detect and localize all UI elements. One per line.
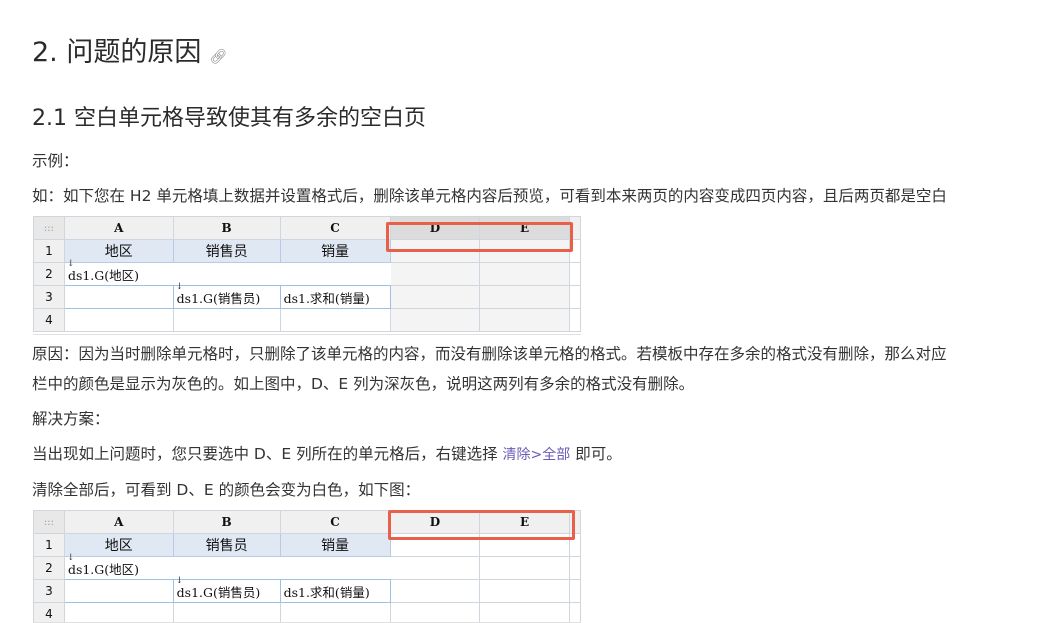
subsection-heading: 2.1 空白单元格导致使其有多余的空白页 bbox=[32, 100, 426, 132]
intro-paragraph: 如：如下您在 H2 单元格填上数据并设置格式后，删除该单元格内容后预览，可看到本… bbox=[32, 182, 947, 210]
cell-c4[interactable] bbox=[280, 603, 390, 623]
expand-down-icon: ↓ bbox=[67, 553, 75, 563]
col-header-b[interactable]: B bbox=[173, 511, 280, 534]
cell-b3-text: ds1.G(销售员) bbox=[177, 291, 261, 306]
row-header-4[interactable]: 4 bbox=[34, 309, 65, 332]
cell-b3[interactable]: ↓ds1.G(销售员) bbox=[173, 580, 280, 603]
cell-d2[interactable] bbox=[390, 557, 480, 580]
cell-a2-text: ds1.G(地区) bbox=[68, 562, 139, 577]
solution-paragraph: 当出现如上问题时，您只要选中 D、E 列所在的单元格后，右键选择 清除>全部 即… bbox=[32, 440, 622, 469]
row-header-3[interactable]: 3 bbox=[34, 580, 65, 603]
expand-down-icon: ↓ bbox=[176, 282, 184, 292]
link-icon[interactable]: 🔗︎ bbox=[209, 49, 227, 65]
clear-all-link[interactable]: 清除>全部 bbox=[503, 447, 571, 463]
cell-e2[interactable] bbox=[480, 557, 570, 580]
cell-d3[interactable] bbox=[390, 580, 480, 603]
cell-d4[interactable] bbox=[390, 603, 480, 623]
cell-c3[interactable]: ds1.求和(销量) bbox=[280, 580, 390, 603]
cell-a4[interactable] bbox=[64, 309, 173, 332]
cell-f3[interactable] bbox=[569, 580, 580, 603]
cell-a1[interactable]: 地区 bbox=[64, 534, 173, 557]
cell-e4[interactable] bbox=[480, 309, 570, 332]
highlight-box-de bbox=[388, 510, 575, 540]
cause-paragraph-line2: 栏中的颜色是显示为灰色的。如上图中，D、E 列为深灰色，说明这两列有多余的格式没… bbox=[32, 370, 694, 398]
sheet-corner[interactable]: ::: bbox=[34, 217, 65, 240]
cell-c1[interactable]: 销量 bbox=[280, 240, 390, 263]
cell-e4[interactable] bbox=[480, 603, 570, 623]
cell-f3[interactable] bbox=[569, 286, 580, 309]
row-header-2[interactable]: 2 bbox=[34, 557, 65, 580]
cell-a2[interactable]: ↓ds1.G(地区) bbox=[64, 263, 390, 286]
cell-b3-text: ds1.G(销售员) bbox=[177, 585, 261, 600]
section-heading: 2. 问题的原因 🔗︎ bbox=[32, 30, 227, 69]
col-header-a[interactable]: A bbox=[64, 217, 173, 240]
highlight-box-de bbox=[386, 222, 573, 252]
after-clear-paragraph: 清除全部后，可看到 D、E 的颜色会变为白色，如下图： bbox=[32, 476, 420, 504]
sheet-corner[interactable]: ::: bbox=[34, 511, 65, 534]
col-header-c[interactable]: C bbox=[280, 217, 390, 240]
row-header-3[interactable]: 3 bbox=[34, 286, 65, 309]
cell-d4[interactable] bbox=[390, 309, 480, 332]
cell-b1[interactable]: 销售员 bbox=[173, 240, 280, 263]
cell-a2-text: ds1.G(地区) bbox=[68, 268, 139, 283]
cell-a4[interactable] bbox=[64, 603, 173, 623]
cell-b1[interactable]: 销售员 bbox=[173, 534, 280, 557]
cell-d2[interactable] bbox=[390, 263, 480, 286]
cell-b4[interactable] bbox=[173, 603, 280, 623]
cell-b4[interactable] bbox=[173, 309, 280, 332]
row-header-1[interactable]: 1 bbox=[34, 240, 65, 263]
expand-down-icon: ↓ bbox=[67, 259, 75, 269]
solution-text: 当出现如上问题时，您只要选中 D、E 列所在的单元格后，右键选择 bbox=[32, 445, 498, 463]
cell-e3[interactable] bbox=[480, 580, 570, 603]
cell-a3[interactable] bbox=[64, 580, 173, 603]
cell-c4[interactable] bbox=[280, 309, 390, 332]
section-title: 2. 问题的原因 bbox=[32, 37, 201, 68]
expand-down-icon: ↓ bbox=[176, 576, 184, 586]
cell-f4[interactable] bbox=[569, 309, 580, 332]
row-header-2[interactable]: 2 bbox=[34, 263, 65, 286]
cell-a3[interactable] bbox=[64, 286, 173, 309]
cell-a1[interactable]: 地区 bbox=[64, 240, 173, 263]
row-header-1[interactable]: 1 bbox=[34, 534, 65, 557]
col-header-c[interactable]: C bbox=[280, 511, 390, 534]
cell-f2[interactable] bbox=[569, 263, 580, 286]
cell-e2[interactable] bbox=[480, 263, 570, 286]
cell-c3[interactable]: ds1.求和(销量) bbox=[280, 286, 390, 309]
cell-f4[interactable] bbox=[569, 603, 580, 623]
cause-paragraph-line1: 原因：因为当时删除单元格时，只删除了该单元格的内容，而没有删除该单元格的格式。若… bbox=[32, 340, 947, 368]
cell-c1[interactable]: 销量 bbox=[280, 534, 390, 557]
cell-e3[interactable] bbox=[480, 286, 570, 309]
solution-label: 解决方案： bbox=[32, 405, 110, 433]
solution-tail: 即可。 bbox=[575, 445, 622, 463]
cell-a2[interactable]: ↓ds1.G(地区) bbox=[64, 557, 390, 580]
example-label: 示例： bbox=[32, 147, 79, 175]
cell-b3[interactable]: ↓ds1.G(销售员) bbox=[173, 286, 280, 309]
col-header-b[interactable]: B bbox=[173, 217, 280, 240]
col-header-a[interactable]: A bbox=[64, 511, 173, 534]
row-header-4[interactable]: 4 bbox=[34, 603, 65, 623]
cell-f2[interactable] bbox=[569, 557, 580, 580]
cell-d3[interactable] bbox=[390, 286, 480, 309]
